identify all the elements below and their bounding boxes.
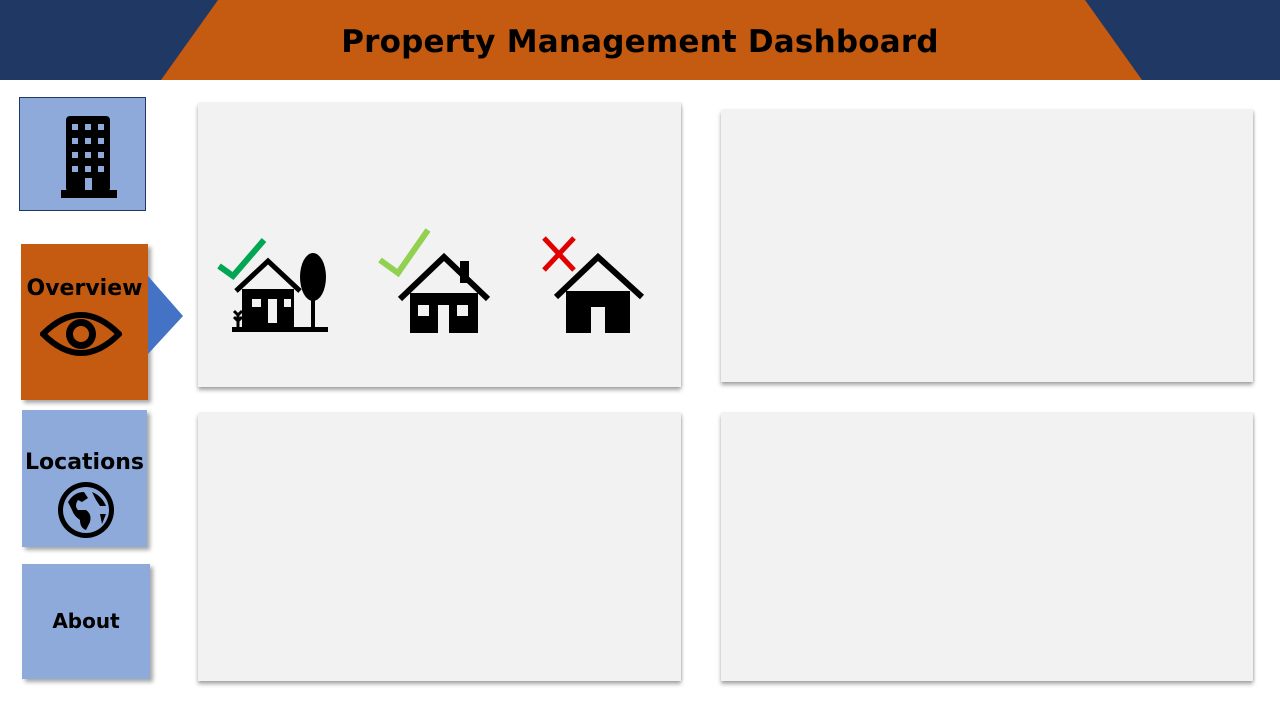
nav-about-label: About bbox=[52, 609, 120, 633]
nav-locations-label: Locations bbox=[25, 450, 144, 475]
house-icon bbox=[378, 228, 491, 333]
nav-overview-label: Overview bbox=[26, 276, 143, 301]
overview-panel bbox=[198, 103, 681, 387]
active-indicator-arrow bbox=[148, 276, 183, 354]
eye-icon bbox=[40, 312, 122, 356]
cross-mark-icon bbox=[542, 236, 576, 272]
nav-about-button[interactable]: About bbox=[22, 564, 150, 679]
summary-panel-bottom-left bbox=[198, 413, 681, 681]
office-building-icon bbox=[61, 116, 117, 198]
globe-icon bbox=[58, 482, 114, 538]
page-title: Property Management Dashboard bbox=[341, 24, 939, 60]
nav-overview-button[interactable]: Overview bbox=[21, 244, 148, 400]
house-icon bbox=[542, 236, 645, 333]
logo-tile bbox=[19, 97, 146, 211]
summary-panel-top-right bbox=[721, 110, 1253, 382]
summary-panel-bottom-right bbox=[721, 413, 1253, 681]
nav-locations-button[interactable]: Locations bbox=[22, 410, 147, 547]
check-mark-icon bbox=[378, 228, 431, 278]
house-with-tree-icon bbox=[217, 238, 328, 332]
